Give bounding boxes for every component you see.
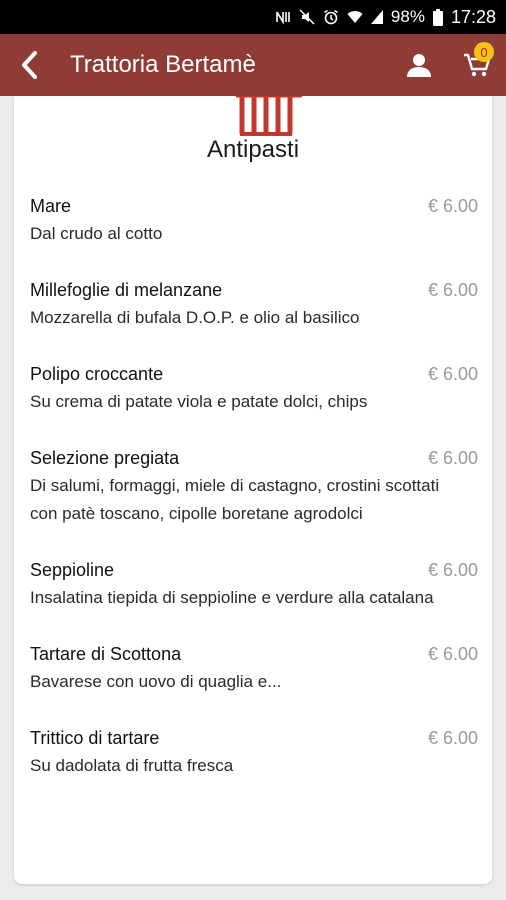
- app-bar: Trattoria Bertamè 0: [0, 34, 506, 96]
- menu-item[interactable]: Selezione pregiata € 6.00 Di salumi, for…: [14, 444, 492, 528]
- item-description: Su dadolata di frutta fresca: [30, 756, 234, 775]
- signal-icon: [370, 10, 383, 24]
- menu-list: Mare € 6.00 Dal crudo al cotto Millefogl…: [14, 192, 492, 780]
- item-price: € 6.00: [427, 644, 478, 664]
- item-description: Su crema di patate viola e patate dolci,…: [30, 392, 368, 411]
- menu-item[interactable]: Trittico di tartare € 6.00 Su dadolata d…: [14, 724, 492, 780]
- menu-item[interactable]: Millefoglie di melanzane € 6.00 Mozzarel…: [14, 276, 492, 332]
- item-description: Di salumi, formaggi, miele di castagno, …: [30, 476, 440, 523]
- item-name: Seppioline: [30, 560, 115, 580]
- clock: 17:28: [450, 6, 496, 27]
- menu-item[interactable]: Polipo croccante € 6.00 Su crema di pata…: [14, 360, 492, 416]
- item-price: € 6.00: [427, 196, 478, 216]
- battery-percent: 98%: [390, 7, 425, 26]
- item-price: € 6.00: [427, 560, 478, 580]
- item-price: € 6.00: [427, 448, 478, 468]
- mute-icon: [299, 9, 315, 25]
- cart-button[interactable]: 0: [448, 34, 506, 96]
- back-arrow-icon: [22, 51, 37, 79]
- item-name: Trittico di tartare: [30, 728, 160, 748]
- battery-icon: [432, 8, 443, 26]
- item-description: Insalatina tiepida di seppioline e verdu…: [30, 588, 434, 607]
- wifi-icon: [347, 10, 363, 24]
- nfc-icon: [275, 10, 291, 24]
- menu-item[interactable]: Tartare di Scottona € 6.00 Bavarese con …: [14, 640, 492, 696]
- page-title: Trattoria Bertamè: [70, 51, 256, 78]
- item-name: Tartare di Scottona: [30, 644, 182, 664]
- item-description: Bavarese con uovo di quaglia e...: [30, 672, 282, 691]
- category-title: Antipasti: [206, 136, 300, 163]
- fork-logo-icon: [236, 96, 302, 136]
- item-price: € 6.00: [427, 364, 478, 384]
- account-button[interactable]: [390, 34, 448, 96]
- item-description: Mozzarella di bufala D.O.P. e olio al ba…: [30, 308, 360, 327]
- item-name: Polipo croccante: [30, 364, 164, 384]
- menu-item[interactable]: Seppioline € 6.00 Insalatina tiepida di …: [14, 556, 492, 612]
- user-icon: [407, 54, 431, 77]
- menu-card: Antipasti Mare € 6.00 Dal crudo al cotto…: [14, 96, 492, 884]
- item-name: Mare: [30, 196, 72, 216]
- item-description: Dal crudo al cotto: [30, 224, 163, 243]
- item-price: € 6.00: [427, 728, 478, 748]
- item-name: Millefoglie di melanzane: [30, 280, 223, 300]
- item-price: € 6.00: [427, 280, 478, 300]
- back-button[interactable]: [0, 34, 58, 96]
- status-bar: 98% 17:28: [0, 0, 506, 34]
- item-name: Selezione pregiata: [30, 448, 180, 468]
- alarm-icon: [323, 9, 339, 25]
- menu-item[interactable]: Mare € 6.00 Dal crudo al cotto: [14, 192, 492, 248]
- cart-count-badge: 0: [474, 42, 494, 62]
